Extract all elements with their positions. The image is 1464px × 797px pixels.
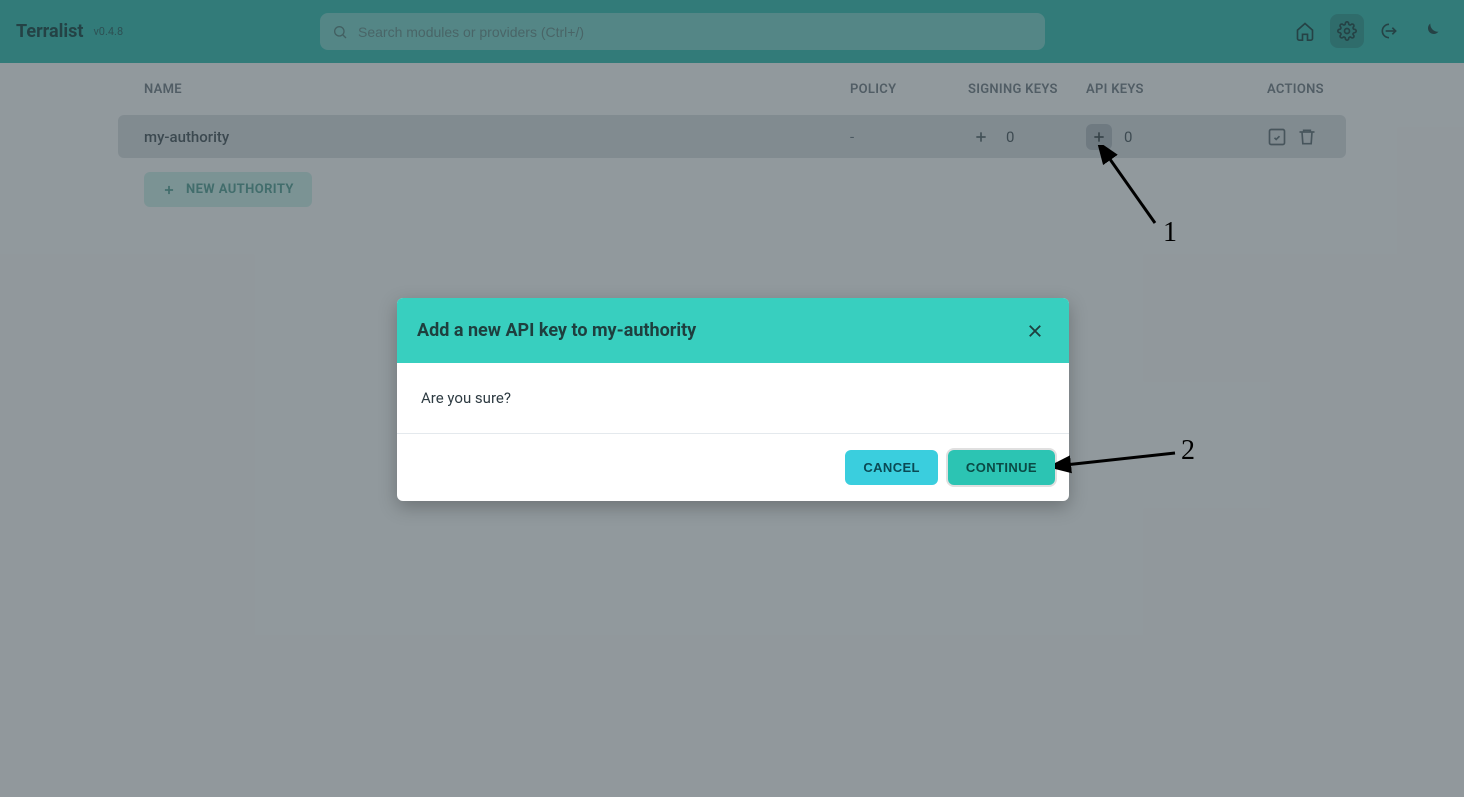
settings-icon (1337, 21, 1357, 41)
col-header-policy: POLICY (850, 82, 968, 97)
signing-keys-count: 0 (1006, 128, 1014, 146)
settings-button[interactable] (1330, 14, 1364, 48)
add-signing-key-button[interactable] (968, 124, 994, 150)
api-keys-count: 0 (1124, 128, 1132, 146)
annotation-2: 2 (1055, 435, 1215, 475)
row-actions (1267, 127, 1337, 147)
dark-mode-button[interactable] (1414, 14, 1448, 48)
brand-name: Terralist (16, 21, 83, 42)
col-header-actions: ACTIONS (1267, 82, 1337, 97)
new-authority-button[interactable]: NEW AUTHORITY (144, 172, 312, 207)
row-signing-keys: 0 (968, 124, 1086, 150)
top-nav-icons (1288, 14, 1448, 48)
modal-close-button[interactable] (1021, 317, 1049, 345)
top-bar: Terralist v0.4.8 (0, 0, 1464, 63)
search-box[interactable] (320, 13, 1045, 50)
col-header-signing-keys: SIGNING KEYS (968, 82, 1086, 97)
new-authority-label: NEW AUTHORITY (186, 182, 294, 197)
col-header-name: NAME (144, 82, 850, 97)
edit-icon[interactable] (1267, 127, 1287, 147)
modal-title: Add a new API key to my-authority (417, 320, 696, 341)
col-header-api-keys: API KEYS (1086, 82, 1267, 97)
continue-button[interactable]: CONTINUE (948, 450, 1055, 485)
plus-icon (162, 183, 176, 197)
main-content: NAME POLICY SIGNING KEYS API KEYS ACTION… (0, 63, 1464, 207)
modal-body: Are you sure? (397, 363, 1069, 433)
dark-mode-icon (1421, 21, 1441, 41)
home-icon (1295, 21, 1315, 41)
modal-footer: CANCEL CONTINUE (397, 433, 1069, 501)
annotation-1: 1 (1095, 145, 1195, 255)
home-button[interactable] (1288, 14, 1322, 48)
arrow-icon (1055, 435, 1185, 475)
logout-icon (1379, 21, 1399, 41)
delete-icon[interactable] (1297, 127, 1317, 147)
row-policy: - (850, 128, 968, 146)
row-name: my-authority (144, 128, 850, 146)
table-header-row: NAME POLICY SIGNING KEYS API KEYS ACTION… (118, 63, 1346, 115)
modal-header: Add a new API key to my-authority (397, 298, 1069, 363)
plus-icon (1091, 129, 1107, 145)
confirm-modal: Add a new API key to my-authority Are yo… (397, 298, 1069, 501)
close-icon (1026, 322, 1044, 340)
annotation-1-label: 1 (1163, 217, 1177, 249)
search-icon (332, 24, 348, 40)
brand-version: v0.4.8 (93, 25, 123, 38)
annotation-2-label: 2 (1181, 435, 1195, 467)
search-input[interactable] (358, 24, 1033, 40)
logout-button[interactable] (1372, 14, 1406, 48)
plus-icon (973, 129, 989, 145)
authorities-table: NAME POLICY SIGNING KEYS API KEYS ACTION… (0, 63, 1464, 207)
cancel-button[interactable]: CANCEL (845, 450, 938, 485)
